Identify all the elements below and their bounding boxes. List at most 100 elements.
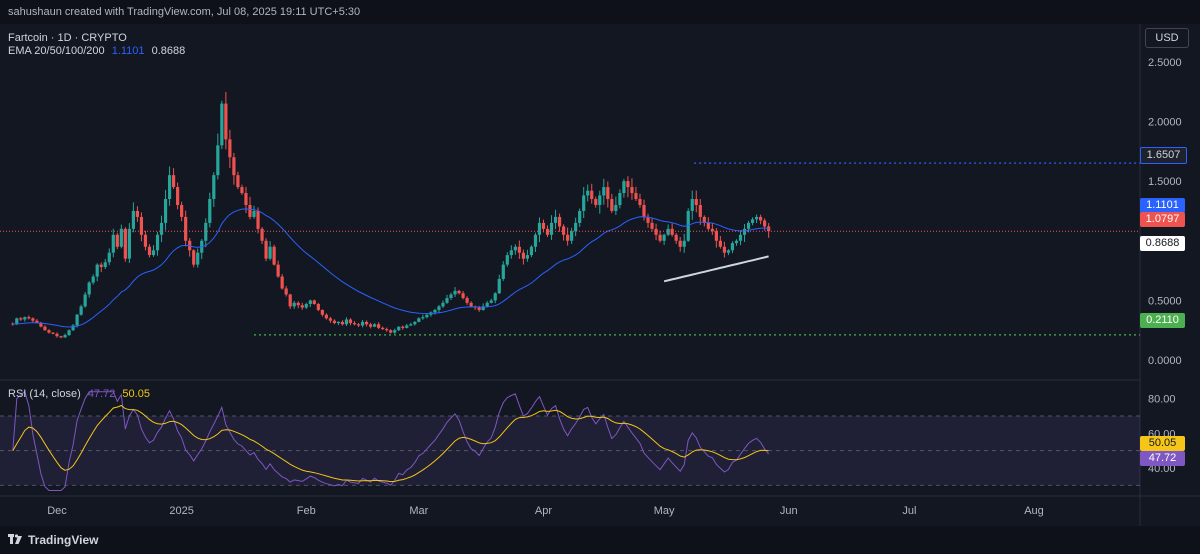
candle-body[interactable] [264,240,268,259]
candle-body[interactable] [738,234,743,241]
candle-body[interactable] [23,317,27,320]
candle-body[interactable] [252,210,256,217]
candle-body[interactable] [425,314,429,318]
candle-body[interactable] [750,219,755,223]
candle-body[interactable] [352,323,357,325]
candle-body[interactable] [590,190,594,200]
candle-body[interactable] [698,204,702,217]
candle-body[interactable] [485,302,489,307]
candle-body[interactable] [95,264,99,277]
candle-body[interactable] [421,317,425,319]
candle-body[interactable] [545,228,550,235]
candle-body[interactable] [469,302,473,307]
candle-body[interactable] [678,240,682,247]
candle-body[interactable] [47,330,51,333]
candle-body[interactable] [143,234,148,247]
candle-body[interactable] [83,294,87,307]
candle-body[interactable] [51,332,55,334]
candle-body[interactable] [67,330,71,336]
candle-body[interactable] [602,187,606,196]
candle-body[interactable] [570,231,574,241]
candle-body[interactable] [453,290,457,295]
candle-body[interactable] [159,222,164,235]
candle-body[interactable] [389,330,393,333]
candle-body[interactable] [441,302,445,307]
candle-body[interactable] [304,304,308,308]
candle-body[interactable] [574,222,578,232]
candle-body[interactable] [232,157,236,176]
tradingview-brand[interactable]: TradingView [28,533,98,547]
candle-body[interactable] [521,252,525,259]
candle-body[interactable] [658,234,662,241]
candle-body[interactable] [256,210,260,229]
candle-body[interactable] [477,307,481,310]
candle-body[interactable] [268,246,272,259]
candle-body[interactable] [525,255,530,259]
candle-body[interactable] [103,262,107,268]
currency-button[interactable]: USD [1145,28,1189,48]
rsi-label[interactable]: RSI (14, close) [8,388,81,400]
candle-body[interactable] [381,327,385,330]
candle-body[interactable] [461,293,465,299]
candle-body[interactable] [413,321,417,325]
candle-body[interactable] [642,204,646,217]
candle-body[interactable] [123,228,127,259]
candle-body[interactable] [288,294,292,307]
candle-body[interactable] [722,246,727,253]
candle-body[interactable] [212,175,216,200]
candle-body[interactable] [630,187,634,194]
candle-body[interactable] [171,175,176,188]
candle-body[interactable] [654,228,658,235]
candle-body[interactable] [666,228,670,235]
candle-body[interactable] [618,193,622,205]
candle-body[interactable] [754,216,759,220]
candle-body[interactable] [369,324,373,327]
candle-body[interactable] [27,317,31,319]
candle-body[interactable] [364,321,369,325]
candle-body[interactable] [405,325,409,328]
candle-body[interactable] [465,298,469,303]
candle-body[interactable] [224,103,228,140]
candle-body[interactable] [176,187,180,205]
candle-body[interactable] [111,234,115,253]
candle-body[interactable] [155,234,160,251]
candle-body[interactable] [336,321,341,324]
candle-body[interactable] [445,298,449,303]
symbol-title[interactable]: Fartcoin · 1D · CRYPTO [8,32,127,44]
candle-body[interactable] [449,294,453,299]
candle-body[interactable] [537,222,542,235]
candle-body[interactable] [393,330,397,333]
candle-body[interactable] [529,246,534,256]
candle-body[interactable] [87,282,91,295]
candle-body[interactable] [509,250,513,256]
candle-body[interactable] [180,204,184,217]
candle-body[interactable] [457,290,461,294]
candle-body[interactable] [135,210,140,217]
rsi-legend[interactable]: RSI (14, close) 47.72 50.05 [8,388,150,400]
candle-body[interactable] [220,103,224,146]
candle-body[interactable] [606,187,610,200]
candle-body[interactable] [759,216,763,221]
candle-body[interactable] [385,329,389,331]
candle-body[interactable] [497,278,501,294]
candle-body[interactable] [151,250,156,256]
candle-body[interactable] [626,181,630,188]
candle-body[interactable] [433,309,437,313]
candle-body[interactable] [276,264,280,277]
candle-body[interactable] [706,222,710,229]
candle-body[interactable] [682,240,686,247]
candle-body[interactable] [115,234,119,247]
candle-body[interactable] [586,190,590,196]
candle-body[interactable] [742,228,747,235]
candle-body[interactable] [284,288,288,295]
candle-body[interactable] [517,246,521,253]
time-axis[interactable]: Dec 2025 Feb Mar Apr May Jun Jul Aug [47,505,1044,517]
candle-body[interactable] [650,222,654,229]
candle-body[interactable] [437,306,441,310]
candle-body[interactable] [107,252,111,263]
candle-body[interactable] [360,321,365,326]
candle-body[interactable] [240,187,244,194]
candle-body[interactable] [272,246,276,265]
candle-body[interactable] [79,306,83,315]
candle-body[interactable] [767,226,771,232]
